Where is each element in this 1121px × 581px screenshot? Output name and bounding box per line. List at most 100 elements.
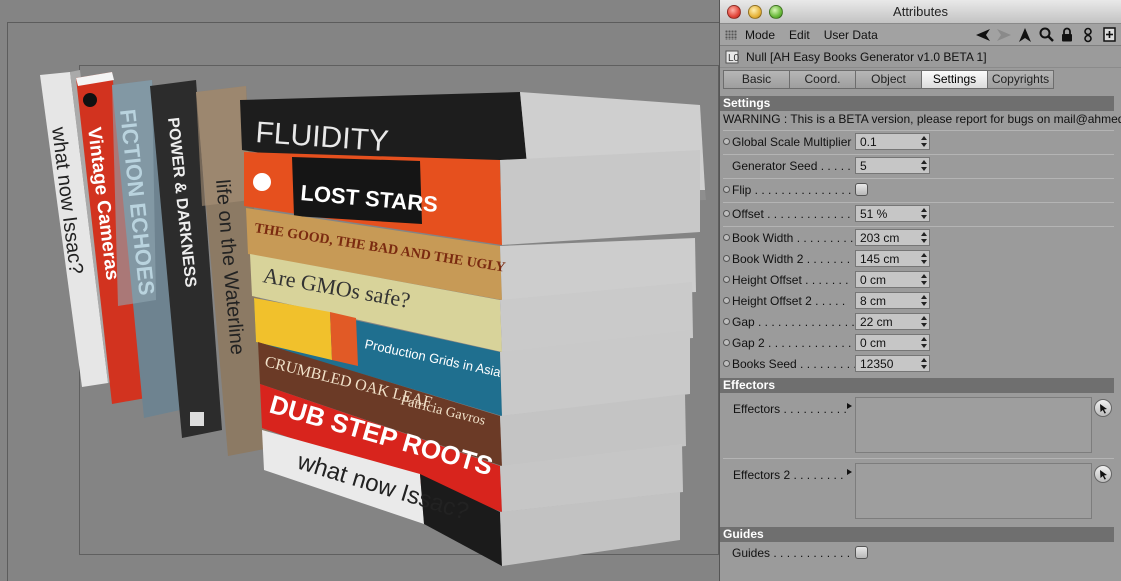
attributes-panel: Attributes Mode Edit User Data L0 Null [… [719,0,1121,581]
flip-row: Flip . . . . . . . . . . . . . . . . [720,179,1121,200]
books-seed-label: Books Seed . . . . . . . . . [732,356,855,371]
3d-viewport[interactable]: what now Issac? Vintage Cameras FICTION … [0,0,720,581]
effectors-label: Effectors . . . . . . . . . . [733,402,847,416]
back-arrow-icon[interactable] [975,26,991,43]
tab-settings[interactable]: Settings [921,70,988,89]
effectors-2-list[interactable] [855,463,1092,519]
offset-label: Offset . . . . . . . . . . . . . [732,206,851,221]
offset-value: 51 % [860,206,888,221]
spinner-arrows-icon[interactable] [921,336,927,349]
expand-arrow-icon[interactable] [847,469,852,475]
beta-warning-text: WARNING : This is a BETA version, please… [723,112,1121,126]
spinner-arrows-icon[interactable] [921,159,927,172]
offset-row: Offset . . . . . . . . . . . . . 51 % [720,203,1121,224]
tab-basic[interactable]: Basic [723,70,790,89]
animate-dot-icon[interactable] [723,339,730,346]
gap-input[interactable]: 22 cm [855,313,930,330]
null-object-icon: L0 [725,49,741,65]
forward-arrow-icon[interactable] [996,26,1012,43]
guides-checkbox[interactable] [855,546,868,559]
window-title: Attributes [893,4,948,19]
animate-dot-icon[interactable] [723,276,730,283]
generator-seed-input[interactable]: 5 [855,157,930,174]
spinner-arrows-icon[interactable] [921,294,927,307]
pick-object-button[interactable] [1094,465,1112,483]
height-offset-2-label: Height Offset 2 . . . . . [732,293,846,308]
height-offset-row: Height Offset . . . . . . . 0 cm [720,269,1121,290]
gap-2-row: Gap 2 . . . . . . . . . . . . . 0 cm [720,332,1121,353]
menu-user-data[interactable]: User Data [824,28,878,42]
animate-dot-icon[interactable] [723,210,730,217]
animate-dot-icon[interactable] [723,318,730,325]
new-window-icon[interactable] [1101,26,1117,43]
animate-dot-icon[interactable] [723,186,730,193]
tab-copyrights[interactable]: Copyrights [987,70,1054,89]
height-offset-2-input[interactable]: 8 cm [855,292,930,309]
search-icon[interactable] [1038,26,1054,43]
cursor-arrow-icon [1100,404,1107,414]
grip-icon[interactable] [725,29,737,40]
spinner-arrows-icon[interactable] [921,273,927,286]
menu-edit[interactable]: Edit [789,28,810,42]
guides-section-header[interactable]: Guides [720,527,1114,542]
gap-value: 22 cm [860,314,893,329]
height-offset-2-row: Height Offset 2 . . . . . 8 cm [720,290,1121,311]
book-width-value: 203 cm [860,230,900,245]
spinner-arrows-icon[interactable] [921,252,927,265]
book-width-label: Book Width . . . . . . . . . [732,230,854,245]
books-render: what now Issac? Vintage Cameras FICTION … [40,70,706,566]
height-offset-input[interactable]: 0 cm [855,271,930,288]
book-width-input[interactable]: 203 cm [855,229,930,246]
tab-coord[interactable]: Coord. [789,70,856,89]
flip-label: Flip . . . . . . . . . . . . . . . . [732,182,855,197]
animate-dot-icon[interactable] [723,297,730,304]
animate-dot-icon[interactable] [723,255,730,262]
window-titlebar[interactable]: Attributes [720,0,1121,24]
effectors-row: Effectors . . . . . . . . . . [720,397,1121,461]
effectors-list[interactable] [855,397,1092,453]
global-scale-input[interactable]: 0.1 [855,133,930,150]
animate-dot-icon[interactable] [723,234,730,241]
attribute-tabs: Basic Coord. Object Settings Copyrights [720,70,1121,90]
link-icon[interactable] [1080,26,1096,43]
pick-object-button[interactable] [1094,399,1112,417]
book-width-2-label: Book Width 2 . . . . . . . [732,251,851,266]
height-offset-value: 0 cm [860,272,887,287]
tab-object[interactable]: Object [855,70,922,89]
global-scale-value: 0.1 [860,134,877,149]
gap-2-value: 0 cm [860,335,887,350]
animate-dot-icon[interactable] [723,138,730,145]
generator-seed-row: Generator Seed . . . . . 5 [720,155,1121,176]
global-scale-label: Global Scale Multiplier [732,134,852,149]
close-button[interactable] [727,5,741,19]
effectors-2-label: Effectors 2 . . . . . . . . [733,468,844,482]
spinner-arrows-icon[interactable] [921,357,927,370]
book-width-2-row: Book Width 2 . . . . . . . 145 cm [720,248,1121,269]
gap-2-label: Gap 2 . . . . . . . . . . . . . [732,335,852,350]
effectors-section-header[interactable]: Effectors [720,378,1114,393]
zoom-button[interactable] [769,5,783,19]
generator-seed-label: Generator Seed . . . . . [732,158,851,173]
menu-mode[interactable]: Mode [745,28,775,42]
global-scale-row: Global Scale Multiplier 0.1 [720,131,1121,152]
expand-arrow-icon[interactable] [847,403,852,409]
spinner-arrows-icon[interactable] [921,135,927,148]
effectors-2-row: Effectors 2 . . . . . . . . [720,463,1121,527]
spinner-arrows-icon[interactable] [921,231,927,244]
books-seed-input[interactable]: 12350 [855,355,930,372]
books-seed-value: 12350 [860,356,894,371]
flip-checkbox[interactable] [855,183,868,196]
spinner-arrows-icon[interactable] [921,315,927,328]
book-width-2-value: 145 cm [860,251,900,266]
up-arrow-icon[interactable] [1017,26,1033,43]
gap-2-input[interactable]: 0 cm [855,334,930,351]
minimize-button[interactable] [748,5,762,19]
object-title: Null [AH Easy Books Generator v1.0 BETA … [746,49,987,64]
settings-section-header[interactable]: Settings [720,96,1114,111]
offset-input[interactable]: 51 % [855,205,930,222]
gap-row: Gap . . . . . . . . . . . . . . . 22 cm [720,311,1121,332]
animate-dot-icon[interactable] [723,360,730,367]
book-width-2-input[interactable]: 145 cm [855,250,930,267]
lock-icon[interactable] [1059,26,1075,43]
spinner-arrows-icon[interactable] [921,207,927,220]
